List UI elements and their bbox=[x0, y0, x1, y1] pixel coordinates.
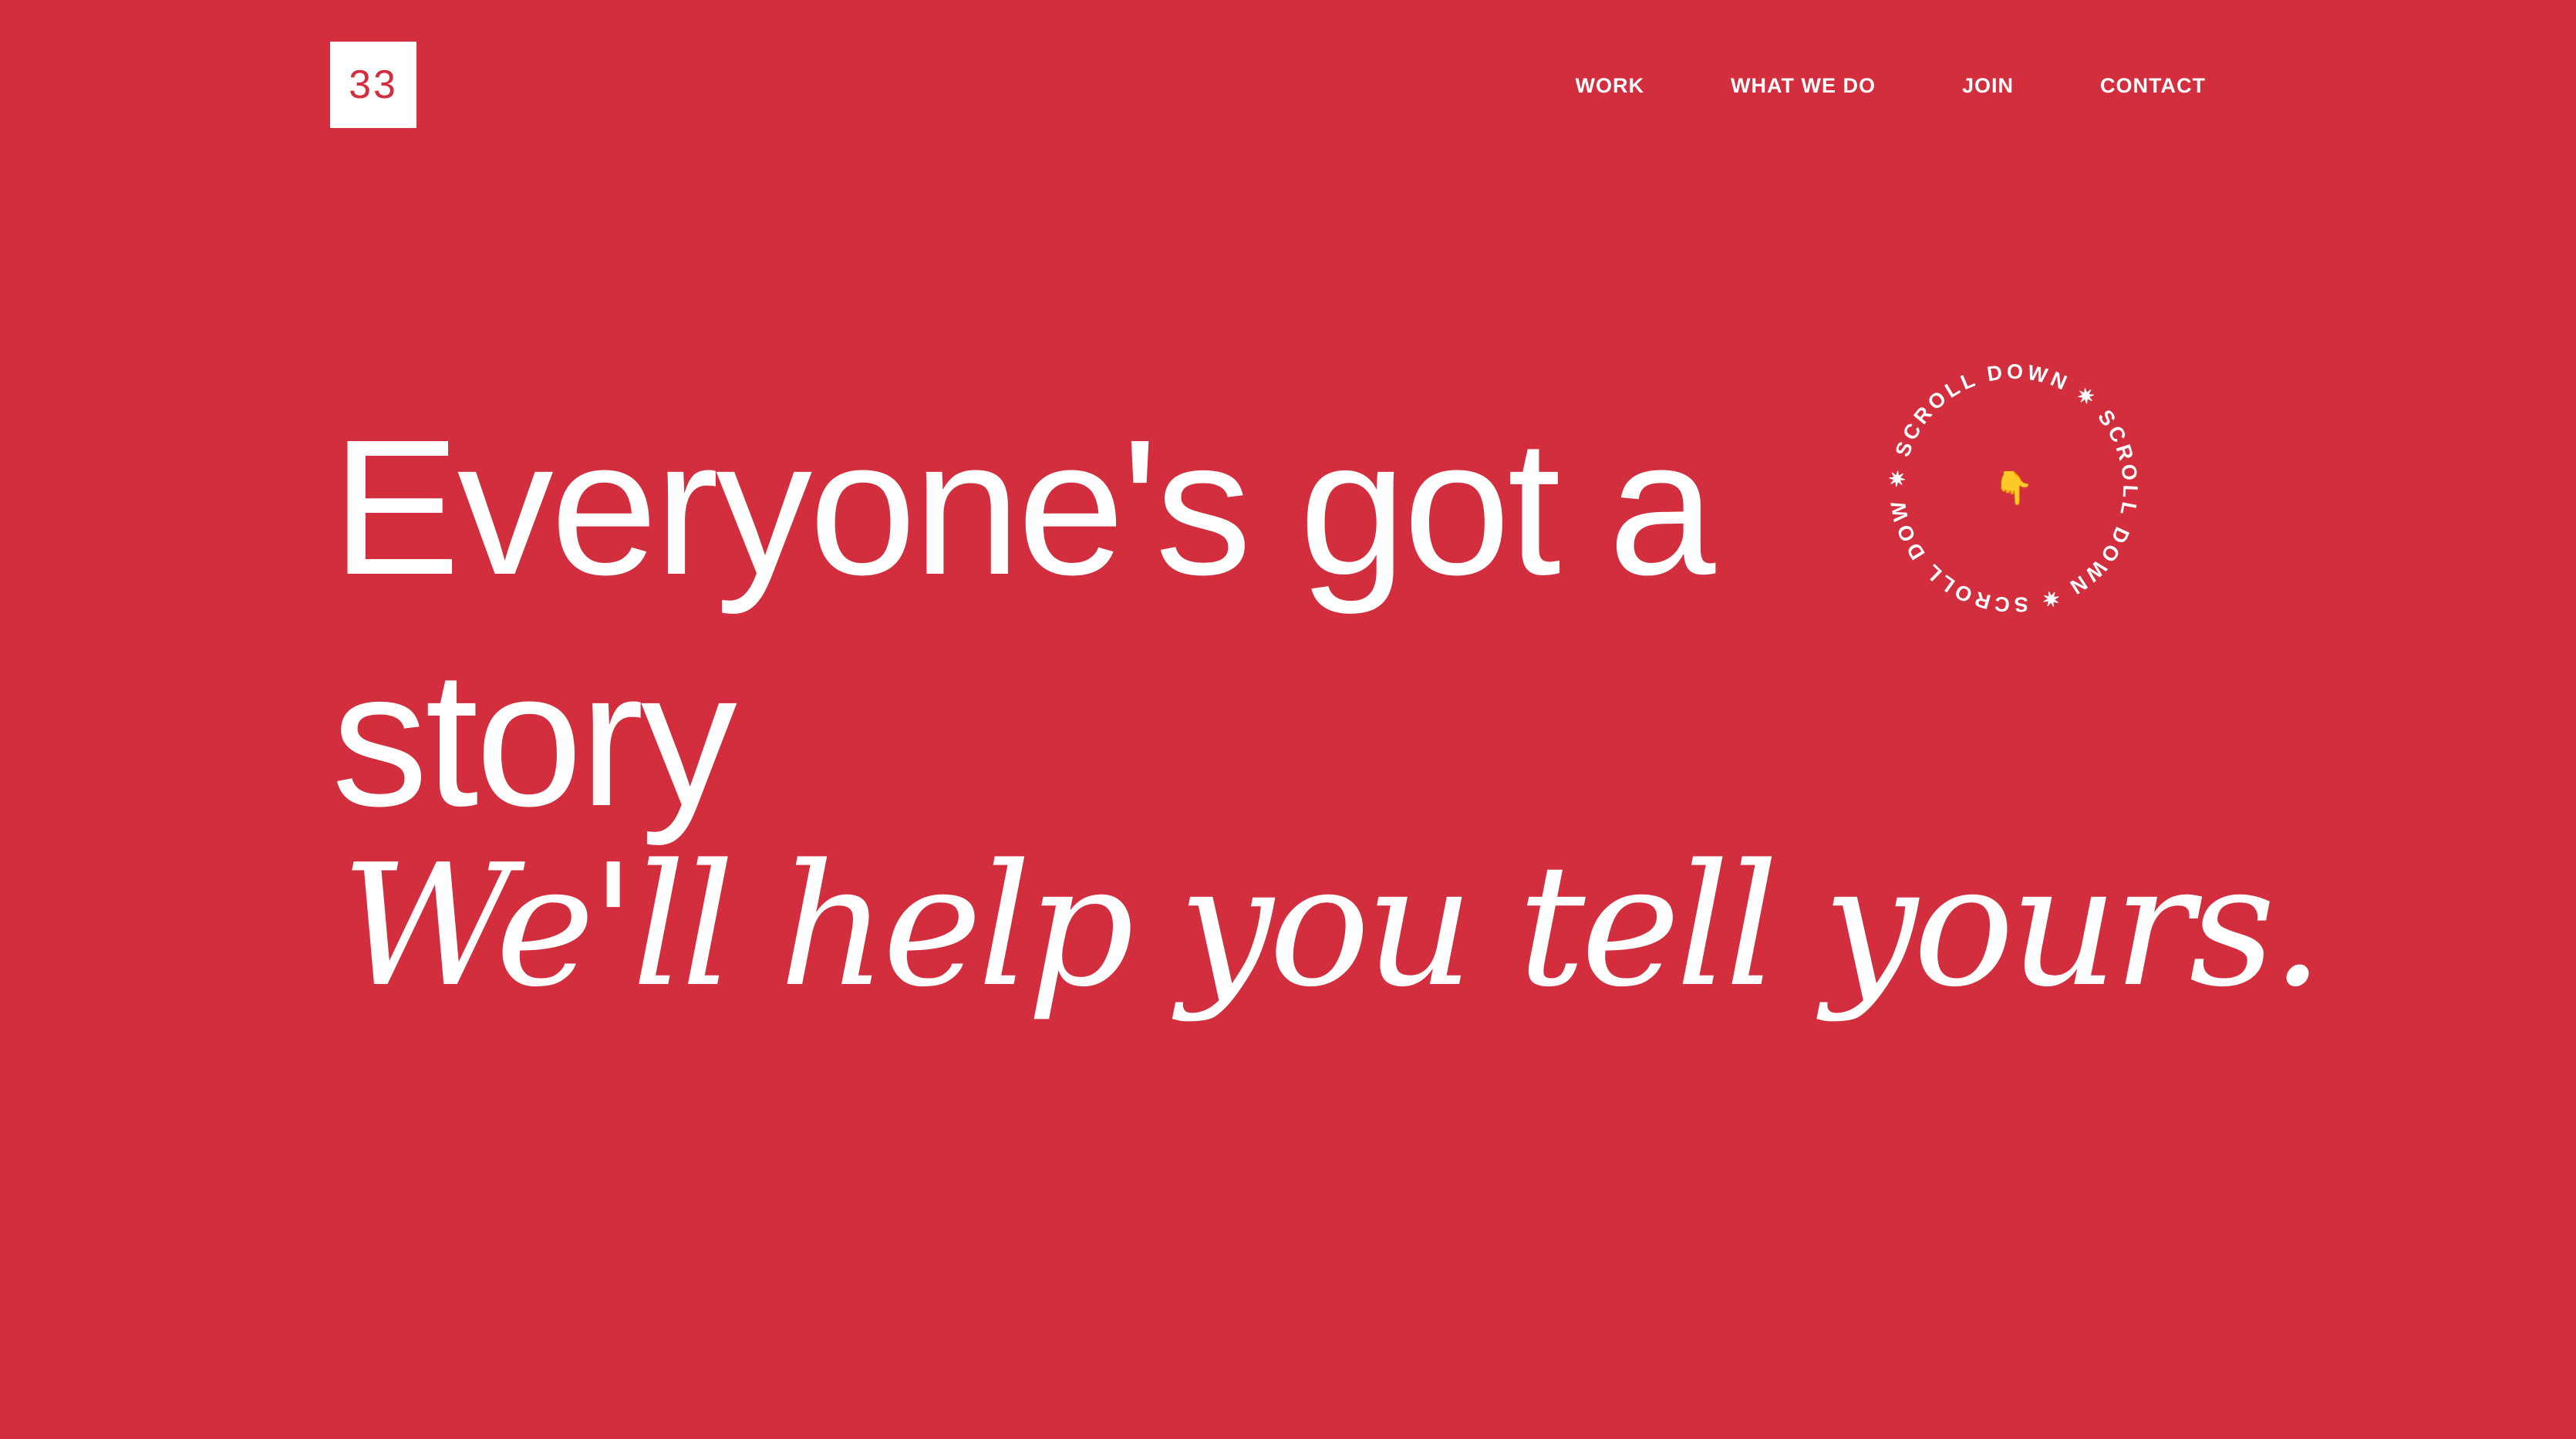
nav-link-what-we-do[interactable]: WHAT WE DO bbox=[1731, 74, 1876, 98]
logo-text: 33 bbox=[349, 62, 398, 107]
hero-subline: We'll help you tell yours. bbox=[341, 829, 2325, 1024]
nav-link-contact[interactable]: CONTACT bbox=[2100, 74, 2206, 98]
nav-link-work[interactable]: WORK bbox=[1576, 74, 1644, 98]
main-nav: WORK WHAT WE DO JOIN CONTACT bbox=[1576, 74, 2206, 98]
scroll-down-button[interactable]: ✷ SCROLL DOWN ✷ SCROLL DOWN ✷ SCROLL DOW… bbox=[1882, 356, 2146, 620]
nav-link-join[interactable]: JOIN bbox=[1962, 74, 2014, 98]
pointing-down-hand-icon: 👇 bbox=[1993, 470, 2035, 506]
logo-button[interactable]: 33 bbox=[330, 42, 416, 128]
hero-headline: Everyone's got a story bbox=[332, 399, 1715, 846]
